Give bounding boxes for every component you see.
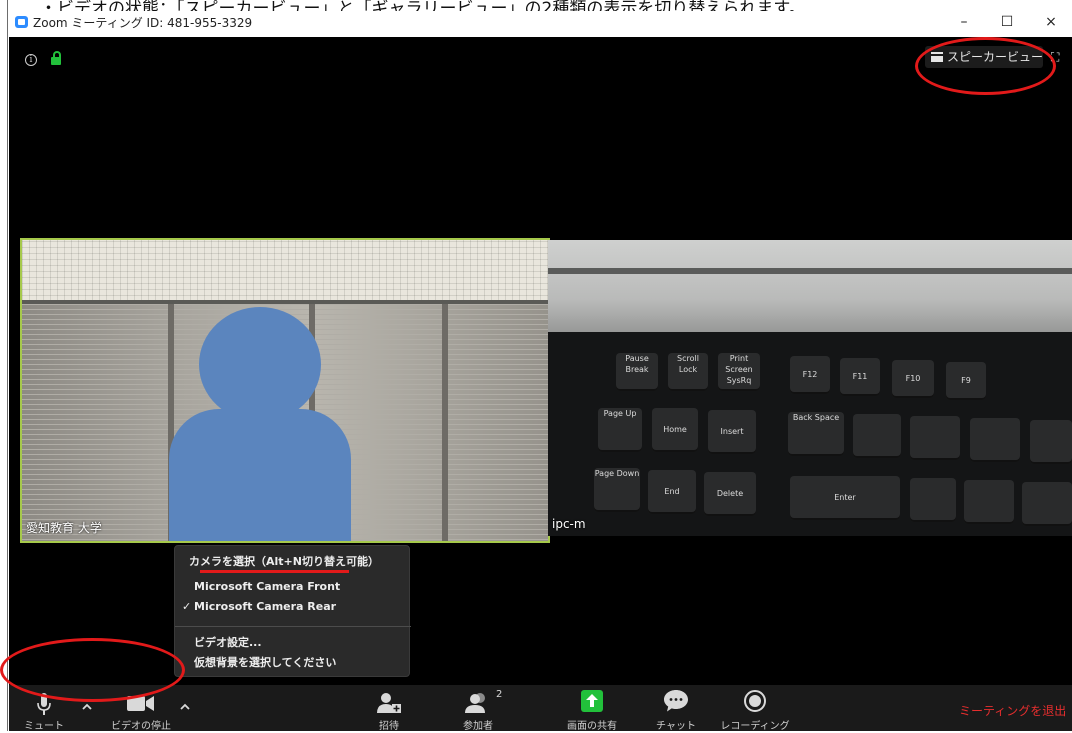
minimize-button[interactable]: – (944, 11, 984, 35)
check-icon: ✓ (182, 600, 192, 613)
menu-item-camera-rear[interactable]: ✓ Microsoft Camera Rear (175, 597, 411, 616)
meeting-stage: i スピーカービュー ⛶ 愛知教育 大学 Pause Break Scroll … (9, 37, 1072, 732)
chevron-up-icon (180, 703, 190, 710)
key-f10: F10 (892, 360, 934, 398)
key-yen (853, 414, 901, 458)
invite-icon (377, 693, 401, 713)
participants-icon (465, 693, 485, 713)
participants-button[interactable]: 2 参加者 (447, 685, 509, 732)
participants-label: 参加者 (463, 721, 493, 732)
video-tile-self[interactable]: 愛知教育 大学 (20, 238, 550, 543)
chevron-up-icon (82, 703, 92, 710)
key-f12: F12 (790, 356, 830, 394)
key-page-up: Page Up (598, 408, 642, 452)
info-icon[interactable]: i (25, 54, 37, 66)
meeting-toolbar: ミュート ビデオの停止 招待 2 参加者 画面の共有 チャット レコーディング … (9, 685, 1072, 732)
title-bar: Zoom ミーティング ID: 481-955-3329 – ☐ × (9, 11, 1072, 37)
share-screen-icon (581, 690, 603, 712)
participants-count: 2 (496, 689, 503, 700)
key-f9: F9 (946, 362, 986, 400)
key-home: Home (652, 408, 698, 452)
share-screen-button[interactable]: 画面の共有 (559, 685, 625, 732)
key-scroll-lock: Scroll Lock (668, 353, 708, 391)
key-print-screen: Print Screen SysRq (718, 353, 760, 391)
record-icon (744, 690, 766, 712)
share-screen-label: 画面の共有 (567, 721, 617, 732)
menu-item-video-settings[interactable]: ビデオ設定... (175, 633, 411, 652)
key-colon (964, 480, 1014, 524)
key-caret (910, 416, 960, 460)
key-f11: F11 (840, 358, 880, 396)
record-label: レコーディング (720, 721, 790, 732)
chat-label: チャット (656, 721, 696, 732)
key-insert: Insert (708, 410, 756, 454)
participant-name: 愛知教育 大学 (26, 521, 102, 535)
annotation-circle-audio-video (0, 638, 185, 702)
window-frame (442, 304, 448, 541)
key-bracket (910, 478, 956, 522)
menu-header: カメラを選択（Alt+N切り替え可能） (189, 555, 379, 568)
leave-meeting-button[interactable]: ミーティングを退出 (959, 702, 1066, 719)
key-delete: Delete (704, 472, 756, 516)
mute-label: ミュート (24, 721, 64, 732)
stop-video-label: ビデオの停止 (111, 721, 171, 732)
key-page-down: Page Down (594, 468, 640, 512)
key-p (1022, 482, 1072, 526)
participant-name: ipc-m (552, 517, 586, 531)
lock-icon[interactable] (51, 51, 61, 65)
avatar-body (169, 409, 351, 541)
zoom-logo-icon (15, 16, 28, 28)
camera-select-menu: カメラを選択（Alt+N切り替え可能） Microsoft Camera Fro… (174, 545, 411, 677)
key-backspace: Back Space (788, 412, 844, 456)
desk-cable (548, 268, 1072, 274)
annotation-underline (200, 570, 349, 573)
close-button[interactable]: × (1031, 11, 1071, 35)
menu-item-camera-front[interactable]: Microsoft Camera Front (175, 577, 411, 596)
key-zero (1030, 420, 1072, 464)
window-title: Zoom ミーティング ID: 481-955-3329 (33, 16, 253, 30)
video-options-button[interactable] (175, 685, 195, 731)
chat-button[interactable]: チャット (647, 685, 705, 732)
chat-icon (664, 690, 688, 712)
video-tile-remote[interactable]: Pause Break Scroll Lock Print Screen Sys… (548, 240, 1072, 536)
key-end: End (648, 470, 696, 514)
invite-button[interactable]: 招待 (363, 685, 415, 732)
record-button[interactable]: レコーディング (715, 685, 795, 732)
key-enter: Enter (790, 476, 900, 520)
key-minus (970, 418, 1020, 462)
menu-item-virtual-background[interactable]: 仮想背景を選択してください (175, 653, 411, 672)
invite-label: 招待 (379, 721, 399, 732)
desk-background (548, 240, 1072, 340)
window-left-border (0, 0, 9, 731)
maximize-button[interactable]: ☐ (987, 11, 1027, 35)
key-pause: Pause Break (616, 353, 658, 391)
avatar-head (199, 307, 321, 422)
annotation-circle-speaker-view (915, 37, 1056, 95)
menu-divider (175, 626, 411, 627)
ceiling-grid (22, 240, 548, 302)
